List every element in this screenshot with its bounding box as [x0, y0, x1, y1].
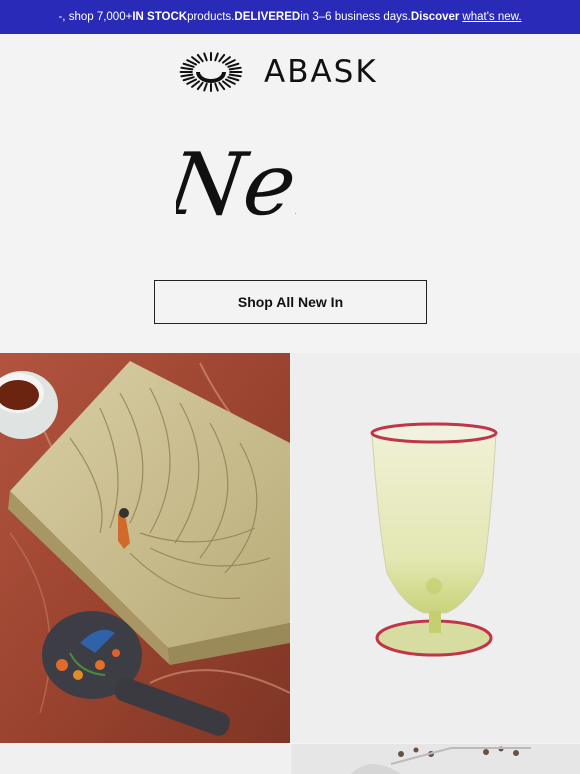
- product-image-marquetry-box[interactable]: [0, 353, 290, 743]
- product-image-lace[interactable]: [291, 744, 580, 774]
- hero-script-text: Nei: [176, 135, 296, 232]
- brand-name: ABASK: [264, 54, 378, 90]
- shop-all-new-in-label: Shop All New In: [237, 294, 344, 310]
- product-image-glass[interactable]: [291, 353, 580, 743]
- announcement-bar: -, shop 7,000+ IN STOCK products. DELIVE…: [0, 0, 580, 34]
- shop-all-new-in-button[interactable]: Shop All New In: [154, 280, 427, 324]
- whats-new-link[interactable]: what's new.: [462, 11, 521, 23]
- sunburst-logo-icon: [179, 52, 243, 92]
- announcement-tail: in 3–6 business days.: [300, 11, 411, 23]
- hero-script-heading: Nei: [176, 135, 296, 232]
- announcement-discover: Discover: [410, 11, 460, 23]
- announcement-in-stock: IN STOCK: [132, 11, 188, 23]
- brand-logo[interactable]: ABASK: [178, 50, 378, 94]
- announcement-delivered: DELIVERED: [234, 11, 301, 23]
- product-image-placeholder[interactable]: [0, 744, 290, 774]
- announcement-lead: -, shop 7,000+: [58, 11, 133, 23]
- announcement-mid: products.: [187, 11, 235, 23]
